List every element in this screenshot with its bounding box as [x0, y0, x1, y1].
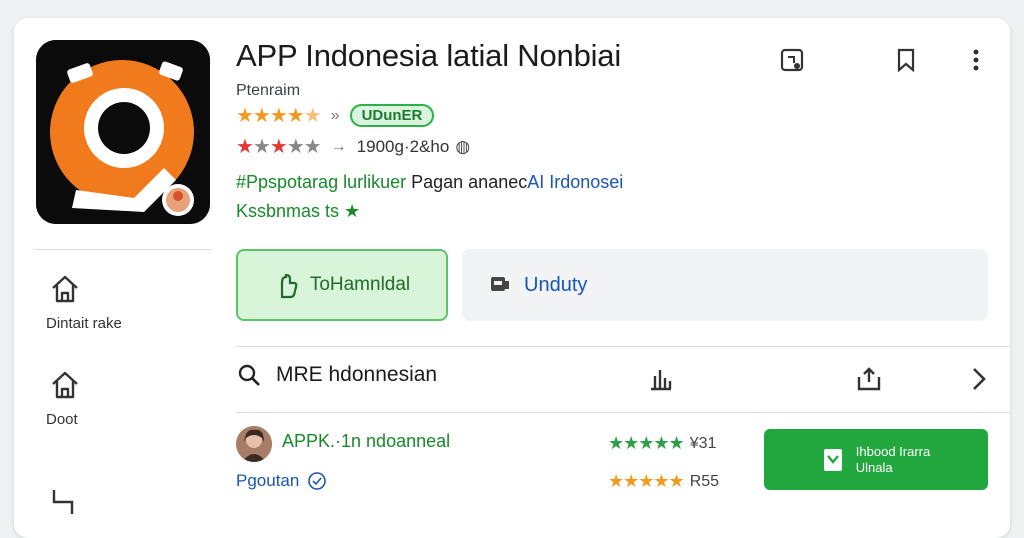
more-vert-icon[interactable]	[960, 44, 992, 76]
cta-line2: Ulnala	[855, 459, 893, 475]
arrow-right-icon: →	[330, 138, 347, 155]
chevron-right-icon[interactable]	[964, 364, 994, 394]
download-icon	[823, 448, 842, 471]
tagline-hashtag: #Ppspotarag lurlikuer	[236, 172, 407, 192]
arrows-icon: »	[330, 106, 340, 124]
divider	[236, 346, 1010, 347]
screenshot-icon[interactable]	[776, 44, 808, 76]
review-author-name: Pgoutan	[236, 471, 300, 490]
bookmark-icon[interactable]	[890, 44, 922, 76]
globe-icon: ◍	[455, 137, 471, 156]
download-count: 1900g·2&ho	[356, 137, 450, 156]
cta-label: Ihbood Irarra Ulnala	[856, 444, 930, 476]
rating-row: ★★★★★ » UDunER	[236, 104, 435, 127]
star-rating: ★★★★★	[608, 471, 685, 491]
review-title[interactable]: APPK.·1n ndoanneal	[282, 431, 450, 452]
search-text: MRE hdonnesian	[276, 363, 438, 386]
cta-button[interactable]: Ihbood Irarra Ulnala	[764, 429, 988, 490]
app-title: APP Indonesia latial Nonbiai	[236, 38, 622, 73]
review-stars-row: ★★★★★ ¥31	[608, 433, 716, 454]
review-stars-row: ★★★★★ R55	[608, 471, 719, 492]
search-icon	[238, 364, 260, 386]
nav-item-more[interactable]	[34, 486, 154, 525]
star-rating: ★★★★★	[236, 104, 322, 127]
tagline-text: Pagan ananec	[411, 172, 528, 192]
status-badge: UDunER	[349, 104, 435, 127]
install-label: ToHamnldal	[309, 274, 411, 295]
star-rating: ★★★★★	[608, 433, 685, 453]
rating-count: R55	[689, 472, 720, 490]
update-label: Unduty	[524, 273, 588, 296]
update-button[interactable]: Unduty	[462, 249, 988, 321]
publisher-name[interactable]: Ptenraim	[236, 82, 300, 100]
app-icon	[36, 40, 210, 224]
share-icon[interactable]	[854, 364, 884, 394]
bar-chart-icon[interactable]	[646, 364, 676, 394]
rating-count: ¥31	[689, 434, 717, 452]
home-icon	[52, 371, 78, 399]
search-row[interactable]: MRE hdonnesian	[236, 362, 437, 388]
app-tagline: #Ppspotarag lurlikuer Pagan ananecAI Ird…	[236, 172, 623, 193]
star-rating-secondary: ★★★★★	[236, 136, 322, 158]
avatar[interactable]	[236, 426, 272, 462]
review-author[interactable]: Pgoutan	[236, 471, 327, 491]
nav-label: Doot	[46, 411, 78, 428]
divider	[236, 412, 1010, 413]
bracket-icon	[52, 490, 74, 514]
cta-line1: Ihbood Irarra	[855, 443, 931, 459]
app-category: Kssbnmas ts ★	[236, 201, 361, 221]
install-button[interactable]: ToHamnldal	[236, 249, 448, 321]
nav-item-doot[interactable]: Doot	[34, 368, 154, 428]
nav-label: Dintait rake	[46, 315, 122, 332]
verified-icon	[308, 472, 327, 490]
home-icon	[52, 275, 78, 303]
hand-icon	[280, 273, 298, 299]
divider	[34, 249, 212, 250]
device-icon	[491, 277, 509, 291]
tagline-link[interactable]: AI Irdonosei	[527, 172, 623, 192]
secondary-rating-row: ★★★★★ → 1900g·2&ho ◍	[236, 136, 470, 158]
nav-item-details[interactable]: Dintait rake	[34, 272, 154, 332]
